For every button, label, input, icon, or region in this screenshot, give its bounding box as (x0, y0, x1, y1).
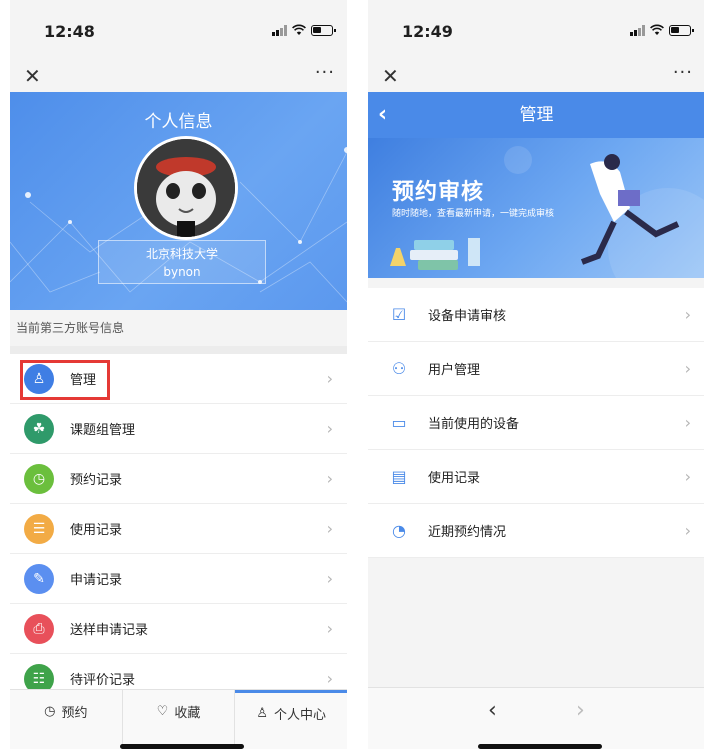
user-icon: ♙ (24, 363, 54, 394)
menu-item-reservation-records[interactable]: ◷ 预约记录 › (10, 454, 347, 504)
chevron-right-icon: › (326, 419, 333, 438)
avatar[interactable] (134, 136, 238, 240)
file-icon: ▤ (391, 467, 407, 486)
menu-item-label: 管理 (70, 373, 97, 388)
group-icon: ☘ (24, 413, 54, 444)
calendar-icon: ◷ (44, 704, 56, 719)
tab-label: 预约 (61, 706, 88, 721)
menu-item-application-records[interactable]: ✎ 申请记录 › (10, 554, 347, 604)
profile-header: 个人信息 北京科技大学 bynon (10, 92, 347, 310)
chevron-right-icon: › (326, 519, 333, 538)
chevron-right-icon: › (684, 467, 691, 486)
battery-icon (669, 24, 694, 36)
battery-icon (311, 24, 336, 36)
chevron-right-icon: › (326, 619, 333, 638)
menu-item-recent-reservations[interactable]: ◔ 近期预约情况 › (368, 504, 704, 558)
users-icon: ⚇ (391, 359, 407, 378)
username: bynon (163, 265, 201, 279)
menu-item-manage[interactable]: ♙ 管理 › (10, 354, 347, 404)
calendar-icon: ◷ (24, 463, 54, 494)
wifi-icon (292, 24, 306, 35)
sample-icon: ⎙ (24, 613, 54, 644)
browser-nav-bar: ‹ › (368, 687, 704, 749)
status-icons (630, 24, 694, 36)
back-icon[interactable]: ‹ (378, 92, 387, 138)
tab-reservation[interactable]: ◷ 预约 (10, 690, 123, 749)
section-label: 当前第三方账号信息 (10, 310, 347, 346)
menu-item-label: 使用记录 (428, 471, 481, 486)
menu-item-label: 用户管理 (428, 363, 481, 378)
clock-icon: ◔ (392, 521, 406, 540)
chevron-right-icon: › (326, 669, 333, 688)
banner-title: 预约审核 (392, 180, 485, 205)
page-title: 个人信息 (144, 112, 213, 132)
cat-avatar-image (137, 139, 235, 237)
chevron-right-icon: › (684, 521, 691, 540)
menu-item-label: 申请记录 (70, 573, 123, 588)
close-icon[interactable]: ✕ (24, 64, 41, 88)
school-name: 北京科技大学 (145, 247, 218, 261)
chevron-right-icon: › (684, 413, 691, 432)
banner-subtitle: 随时随地，查看最新申请，一键完成审核 (392, 209, 555, 219)
document-icon: ☰ (24, 513, 54, 544)
top-nav: ✕ ··· (10, 62, 347, 92)
home-indicator (120, 744, 244, 749)
more-icon[interactable]: ··· (315, 62, 335, 83)
chevron-right-icon: › (326, 469, 333, 488)
menu-item-label: 使用记录 (70, 523, 123, 538)
chevron-right-icon: › (326, 369, 333, 388)
chevron-right-icon: › (326, 569, 333, 588)
menu-item-usage-records[interactable]: ▤ 使用记录 › (368, 450, 704, 504)
wifi-icon (650, 24, 664, 35)
tab-label: 收藏 (174, 706, 201, 721)
more-icon[interactable]: ··· (673, 62, 693, 83)
menu-item-sample-application-records[interactable]: ⎙ 送样申请记录 › (10, 604, 347, 654)
menu-item-label: 当前使用的设备 (428, 417, 520, 432)
menu-item-current-devices[interactable]: ▭ 当前使用的设备 › (368, 396, 704, 450)
person-icon: ♙ (256, 705, 268, 721)
status-time: 12:48 (44, 22, 95, 41)
left-screen: 12:48 ✕ ··· 个人信息 北京科技大学 bynon 当前第三方账号信息 … (10, 0, 347, 749)
account-info: 北京科技大学 bynon (98, 240, 266, 284)
forward-arrow-icon[interactable]: › (576, 698, 585, 723)
close-icon[interactable]: ✕ (382, 64, 399, 88)
status-time: 12:49 (402, 22, 453, 41)
menu-item-label: 送样申请记录 (70, 623, 149, 638)
chevron-right-icon: › (684, 305, 691, 324)
tab-personal-center[interactable]: ♙ 个人中心 (235, 690, 347, 749)
menu-item-label: 预约记录 (70, 473, 123, 488)
tab-favorites[interactable]: ♡ 收藏 (123, 690, 236, 749)
home-indicator (478, 744, 602, 749)
monitor-icon: ▭ (391, 413, 407, 432)
banner: 预约审核 随时随地，查看最新申请，一键完成审核 (368, 138, 704, 278)
clipboard-check-icon: ☑ (391, 305, 407, 324)
title-bar: ‹ 管理 (368, 92, 704, 138)
menu-list: ♙ 管理 › ☘ 课题组管理 › ◷ 预约记录 › ☰ 使用记录 › ✎ 申请记… (10, 354, 347, 704)
tab-bar: ◷ 预约 ♡ 收藏 ♙ 个人中心 (10, 689, 347, 749)
edit-icon: ✎ (24, 563, 54, 594)
chevron-right-icon: › (684, 359, 691, 378)
status-bar: 12:48 (10, 0, 347, 62)
heart-icon: ♡ (156, 704, 169, 719)
divider (10, 346, 347, 354)
menu-item-usage-records[interactable]: ☰ 使用记录 › (10, 504, 347, 554)
menu-item-user-management[interactable]: ⚇ 用户管理 › (368, 342, 704, 396)
back-arrow-icon[interactable]: ‹ (488, 698, 497, 723)
menu-item-label: 待评价记录 (70, 673, 136, 688)
management-menu: ☑ 设备申请审核 › ⚇ 用户管理 › ▭ 当前使用的设备 › ▤ 使用记录 ›… (368, 288, 704, 558)
status-bar: 12:49 (368, 0, 704, 62)
right-screen: 12:49 ✕ ··· ‹ 管理 预约审核 随时随地，查看最新申请，一键完成审核… (368, 0, 704, 749)
menu-item-label: 近期预约情况 (428, 525, 507, 540)
top-nav: ✕ ··· (368, 62, 704, 92)
menu-item-device-application-review[interactable]: ☑ 设备申请审核 › (368, 288, 704, 342)
status-icons (272, 24, 336, 36)
signal-icon (272, 24, 287, 36)
tab-label: 个人中心 (274, 707, 327, 723)
menu-item-group-management[interactable]: ☘ 课题组管理 › (10, 404, 347, 454)
menu-item-label: 设备申请审核 (428, 309, 507, 324)
signal-icon (630, 24, 645, 36)
menu-item-label: 课题组管理 (70, 423, 136, 438)
page-title: 管理 (519, 105, 554, 125)
